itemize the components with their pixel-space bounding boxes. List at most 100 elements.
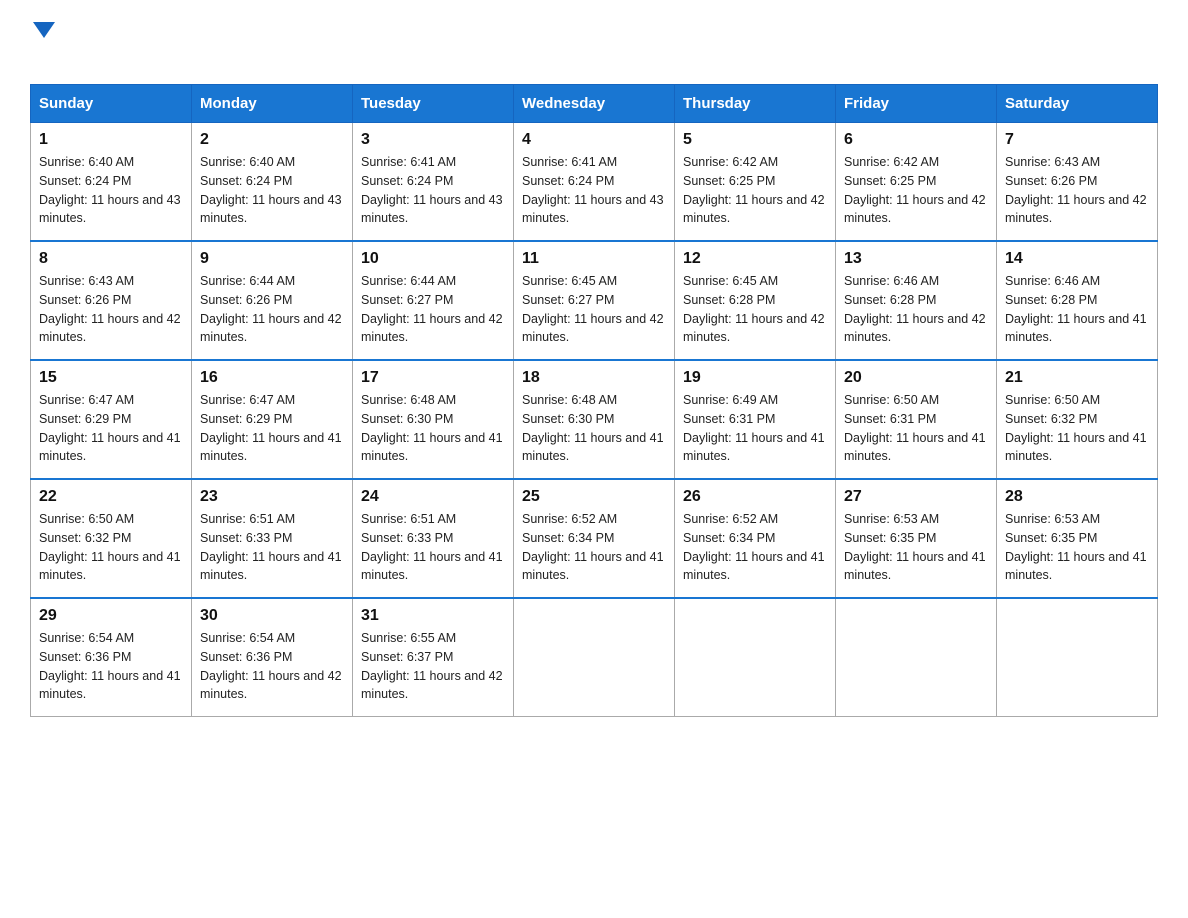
calendar-cell: 5 Sunrise: 6:42 AMSunset: 6:25 PMDayligh…: [675, 123, 836, 242]
day-number: 15: [39, 369, 183, 387]
day-number: 23: [200, 488, 344, 506]
day-info: Sunrise: 6:48 AMSunset: 6:30 PMDaylight:…: [522, 393, 664, 463]
day-number: 3: [361, 131, 505, 149]
day-number: 6: [844, 131, 988, 149]
day-number: 9: [200, 250, 344, 268]
day-number: 17: [361, 369, 505, 387]
calendar-cell: 30 Sunrise: 6:54 AMSunset: 6:36 PMDaylig…: [192, 598, 353, 717]
calendar-cell: 29 Sunrise: 6:54 AMSunset: 6:36 PMDaylig…: [31, 598, 192, 717]
calendar-cell: 2 Sunrise: 6:40 AMSunset: 6:24 PMDayligh…: [192, 123, 353, 242]
day-info: Sunrise: 6:48 AMSunset: 6:30 PMDaylight:…: [361, 393, 503, 463]
header-friday: Friday: [836, 85, 997, 123]
calendar-body: 1 Sunrise: 6:40 AMSunset: 6:24 PMDayligh…: [31, 123, 1158, 717]
calendar-cell: 13 Sunrise: 6:46 AMSunset: 6:28 PMDaylig…: [836, 241, 997, 360]
header-sunday: Sunday: [31, 85, 192, 123]
day-info: Sunrise: 6:44 AMSunset: 6:27 PMDaylight:…: [361, 274, 503, 344]
day-number: 22: [39, 488, 183, 506]
day-info: Sunrise: 6:45 AMSunset: 6:27 PMDaylight:…: [522, 274, 664, 344]
logo-arrow-icon: [33, 22, 55, 38]
calendar-cell: 27 Sunrise: 6:53 AMSunset: 6:35 PMDaylig…: [836, 479, 997, 598]
calendar-cell: [514, 598, 675, 717]
day-info: Sunrise: 6:41 AMSunset: 6:24 PMDaylight:…: [361, 155, 503, 225]
day-number: 8: [39, 250, 183, 268]
day-info: Sunrise: 6:41 AMSunset: 6:24 PMDaylight:…: [522, 155, 664, 225]
day-info: Sunrise: 6:53 AMSunset: 6:35 PMDaylight:…: [844, 512, 986, 582]
day-info: Sunrise: 6:42 AMSunset: 6:25 PMDaylight:…: [683, 155, 825, 225]
calendar-cell: 14 Sunrise: 6:46 AMSunset: 6:28 PMDaylig…: [997, 241, 1158, 360]
header-saturday: Saturday: [997, 85, 1158, 123]
day-info: Sunrise: 6:43 AMSunset: 6:26 PMDaylight:…: [1005, 155, 1147, 225]
calendar-cell: 11 Sunrise: 6:45 AMSunset: 6:27 PMDaylig…: [514, 241, 675, 360]
logo-line1: [30, 20, 55, 38]
day-number: 5: [683, 131, 827, 149]
calendar-cell: 18 Sunrise: 6:48 AMSunset: 6:30 PMDaylig…: [514, 360, 675, 479]
day-info: Sunrise: 6:47 AMSunset: 6:29 PMDaylight:…: [200, 393, 342, 463]
day-info: Sunrise: 6:50 AMSunset: 6:32 PMDaylight:…: [1005, 393, 1147, 463]
day-number: 13: [844, 250, 988, 268]
page-header: [30, 20, 1158, 64]
day-info: Sunrise: 6:51 AMSunset: 6:33 PMDaylight:…: [361, 512, 503, 582]
day-info: Sunrise: 6:54 AMSunset: 6:36 PMDaylight:…: [39, 631, 181, 701]
calendar-cell: 24 Sunrise: 6:51 AMSunset: 6:33 PMDaylig…: [353, 479, 514, 598]
calendar-cell: 7 Sunrise: 6:43 AMSunset: 6:26 PMDayligh…: [997, 123, 1158, 242]
day-number: 20: [844, 369, 988, 387]
day-info: Sunrise: 6:42 AMSunset: 6:25 PMDaylight:…: [844, 155, 986, 225]
day-info: Sunrise: 6:50 AMSunset: 6:32 PMDaylight:…: [39, 512, 181, 582]
day-number: 14: [1005, 250, 1149, 268]
calendar-header: SundayMondayTuesdayWednesdayThursdayFrid…: [31, 85, 1158, 123]
calendar-cell: [997, 598, 1158, 717]
logo-blue-text: [30, 38, 32, 64]
week-row-3: 15 Sunrise: 6:47 AMSunset: 6:29 PMDaylig…: [31, 360, 1158, 479]
calendar-cell: 31 Sunrise: 6:55 AMSunset: 6:37 PMDaylig…: [353, 598, 514, 717]
week-row-5: 29 Sunrise: 6:54 AMSunset: 6:36 PMDaylig…: [31, 598, 1158, 717]
header-wednesday: Wednesday: [514, 85, 675, 123]
day-number: 4: [522, 131, 666, 149]
calendar-cell: 12 Sunrise: 6:45 AMSunset: 6:28 PMDaylig…: [675, 241, 836, 360]
day-number: 1: [39, 131, 183, 149]
calendar-cell: 19 Sunrise: 6:49 AMSunset: 6:31 PMDaylig…: [675, 360, 836, 479]
day-number: 26: [683, 488, 827, 506]
day-info: Sunrise: 6:47 AMSunset: 6:29 PMDaylight:…: [39, 393, 181, 463]
calendar-cell: 8 Sunrise: 6:43 AMSunset: 6:26 PMDayligh…: [31, 241, 192, 360]
day-info: Sunrise: 6:46 AMSunset: 6:28 PMDaylight:…: [1005, 274, 1147, 344]
week-row-1: 1 Sunrise: 6:40 AMSunset: 6:24 PMDayligh…: [31, 123, 1158, 242]
day-info: Sunrise: 6:53 AMSunset: 6:35 PMDaylight:…: [1005, 512, 1147, 582]
calendar-cell: 23 Sunrise: 6:51 AMSunset: 6:33 PMDaylig…: [192, 479, 353, 598]
day-number: 19: [683, 369, 827, 387]
day-number: 25: [522, 488, 666, 506]
calendar-cell: 3 Sunrise: 6:41 AMSunset: 6:24 PMDayligh…: [353, 123, 514, 242]
week-row-4: 22 Sunrise: 6:50 AMSunset: 6:32 PMDaylig…: [31, 479, 1158, 598]
day-info: Sunrise: 6:45 AMSunset: 6:28 PMDaylight:…: [683, 274, 825, 344]
calendar-cell: 15 Sunrise: 6:47 AMSunset: 6:29 PMDaylig…: [31, 360, 192, 479]
day-number: 10: [361, 250, 505, 268]
day-info: Sunrise: 6:40 AMSunset: 6:24 PMDaylight:…: [200, 155, 342, 225]
day-number: 31: [361, 607, 505, 625]
day-number: 16: [200, 369, 344, 387]
week-row-2: 8 Sunrise: 6:43 AMSunset: 6:26 PMDayligh…: [31, 241, 1158, 360]
day-number: 2: [200, 131, 344, 149]
calendar-cell: 1 Sunrise: 6:40 AMSunset: 6:24 PMDayligh…: [31, 123, 192, 242]
day-number: 12: [683, 250, 827, 268]
day-number: 7: [1005, 131, 1149, 149]
calendar-cell: 22 Sunrise: 6:50 AMSunset: 6:32 PMDaylig…: [31, 479, 192, 598]
day-info: Sunrise: 6:55 AMSunset: 6:37 PMDaylight:…: [361, 631, 503, 701]
calendar-cell: [836, 598, 997, 717]
header-thursday: Thursday: [675, 85, 836, 123]
day-info: Sunrise: 6:44 AMSunset: 6:26 PMDaylight:…: [200, 274, 342, 344]
calendar-cell: 21 Sunrise: 6:50 AMSunset: 6:32 PMDaylig…: [997, 360, 1158, 479]
day-number: 21: [1005, 369, 1149, 387]
calendar-cell: 25 Sunrise: 6:52 AMSunset: 6:34 PMDaylig…: [514, 479, 675, 598]
calendar-cell: 20 Sunrise: 6:50 AMSunset: 6:31 PMDaylig…: [836, 360, 997, 479]
header-row: SundayMondayTuesdayWednesdayThursdayFrid…: [31, 85, 1158, 123]
day-info: Sunrise: 6:46 AMSunset: 6:28 PMDaylight:…: [844, 274, 986, 344]
logo: [30, 20, 55, 64]
calendar-cell: [675, 598, 836, 717]
day-number: 11: [522, 250, 666, 268]
day-info: Sunrise: 6:52 AMSunset: 6:34 PMDaylight:…: [522, 512, 664, 582]
calendar-cell: 4 Sunrise: 6:41 AMSunset: 6:24 PMDayligh…: [514, 123, 675, 242]
header-monday: Monday: [192, 85, 353, 123]
day-info: Sunrise: 6:54 AMSunset: 6:36 PMDaylight:…: [200, 631, 342, 701]
day-number: 28: [1005, 488, 1149, 506]
day-info: Sunrise: 6:50 AMSunset: 6:31 PMDaylight:…: [844, 393, 986, 463]
calendar-cell: 16 Sunrise: 6:47 AMSunset: 6:29 PMDaylig…: [192, 360, 353, 479]
